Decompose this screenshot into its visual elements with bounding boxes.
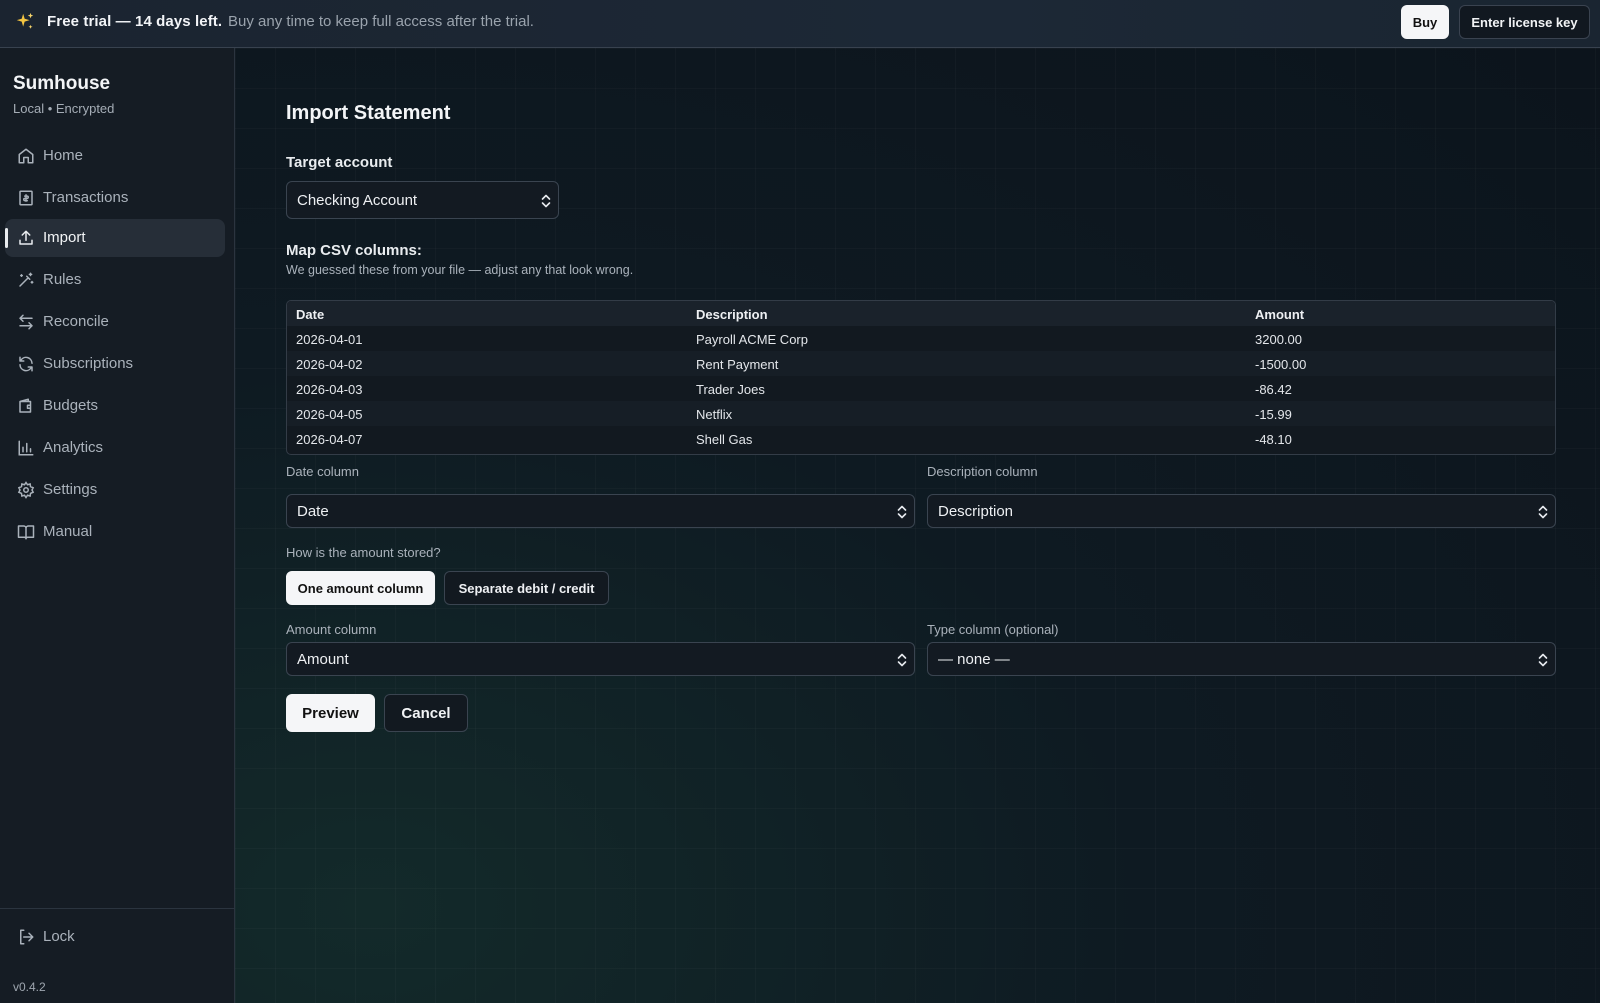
cancel-button[interactable]: Cancel <box>384 694 468 732</box>
trial-banner: Free trial — 14 days left. Buy any time … <box>0 0 1600 48</box>
cell-date: 2026-04-07 <box>296 432 363 447</box>
sidebar-item-reconcile[interactable]: Reconcile <box>5 303 225 341</box>
date-column-select[interactable]: Date <box>286 494 915 528</box>
sidebar-item-transactions[interactable]: Transactions <box>5 179 225 217</box>
cell-date: 2026-04-02 <box>296 357 363 372</box>
sidebar-item-label: Budgets <box>43 397 99 414</box>
gear-icon <box>17 481 35 499</box>
table-row: 2026-04-02 Rent Payment -1500.00 <box>287 351 1555 376</box>
upload-icon <box>19 230 33 245</box>
sidebar-item-label: Rules <box>43 271 82 288</box>
type-column-select[interactable]: — none — <box>927 642 1556 676</box>
sidebar-item-label: Reconcile <box>43 313 109 330</box>
one-amount-column-toggle[interactable]: One amount column <box>286 571 435 605</box>
chevron-updown-icon <box>897 653 907 667</box>
amount-column-select[interactable]: Amount <box>286 642 915 676</box>
wallet-icon <box>19 398 32 413</box>
buy-button[interactable]: Buy <box>1401 5 1449 39</box>
cell-description: Rent Payment <box>696 357 779 372</box>
cell-description: Payroll ACME Corp <box>696 332 808 347</box>
swap-arrows-icon <box>19 314 33 330</box>
date-column-value: Date <box>297 503 329 520</box>
separate-debit-credit-toggle[interactable]: Separate debit / credit <box>444 571 609 605</box>
csv-preview-table: Date Description Amount 2026-04-01 Payro… <box>286 300 1556 455</box>
type-column-value: — none — <box>938 651 1010 668</box>
table-row: 2026-04-01 Payroll ACME Corp 3200.00 <box>287 326 1555 351</box>
trial-title: Free trial — 14 days left. <box>47 13 223 30</box>
sparkles-icon <box>16 12 34 29</box>
app-version: v0.4.2 <box>13 980 46 994</box>
date-column-label: Date column <box>286 464 359 479</box>
description-column-value: Description <box>938 503 1014 520</box>
sidebar-item-label: Manual <box>43 523 93 540</box>
cell-description: Trader Joes <box>696 382 765 397</box>
cell-date: 2026-04-03 <box>296 382 363 397</box>
sidebar-item-budgets[interactable]: Budgets <box>5 387 225 425</box>
target-account-value: Checking Account <box>297 192 418 209</box>
sidebar-item-label: Analytics <box>43 439 104 456</box>
sidebar-item-label: Home <box>43 147 84 164</box>
wand-icon <box>19 272 34 287</box>
sidebar: Sumhouse Local • Encrypted Home Transact… <box>0 48 235 1003</box>
description-column-label: Description column <box>927 464 1038 479</box>
map-csv-hint: We guessed these from your file — adjust… <box>286 263 634 277</box>
column-header-date: Date <box>296 307 325 322</box>
sidebar-item-rules[interactable]: Rules <box>5 261 225 299</box>
enter-license-key-button[interactable]: Enter license key <box>1459 5 1590 39</box>
page-title: Import Statement <box>286 102 451 124</box>
sidebar-divider <box>0 908 235 909</box>
sidebar-item-settings[interactable]: Settings <box>5 471 225 509</box>
book-icon <box>17 525 35 540</box>
chevron-updown-icon <box>1538 505 1548 519</box>
sidebar-item-label: Transactions <box>43 189 129 206</box>
lock-button[interactable]: Lock <box>5 918 225 956</box>
type-column-label: Type column (optional) <box>927 622 1059 637</box>
table-row: 2026-04-05 Netflix -15.99 <box>287 401 1555 426</box>
cell-date: 2026-04-01 <box>296 332 363 347</box>
sidebar-item-label: Import <box>43 229 86 246</box>
column-header-description: Description <box>696 307 768 322</box>
cell-description: Netflix <box>696 407 733 422</box>
refresh-icon <box>19 356 33 372</box>
target-account-label: Target account <box>286 154 393 171</box>
preview-button[interactable]: Preview <box>286 694 375 732</box>
cell-amount: -48.10 <box>1255 432 1292 447</box>
lock-label: Lock <box>43 928 75 945</box>
cell-description: Shell Gas <box>696 432 753 447</box>
cell-amount: 3200.00 <box>1255 332 1302 347</box>
receipt-icon <box>19 190 33 206</box>
sidebar-item-label: Settings <box>43 481 98 498</box>
cell-amount: -1500.00 <box>1255 357 1307 372</box>
cell-amount: -86.42 <box>1255 382 1292 397</box>
import-statement-panel: Import Statement Target account Checking… <box>235 48 1600 1003</box>
sidebar-item-manual[interactable]: Manual <box>5 513 225 551</box>
map-csv-title: Map CSV columns: <box>286 242 422 259</box>
table-header-row: Date Description Amount <box>287 301 1555 326</box>
table-row: 2026-04-03 Trader Joes -86.42 <box>287 376 1555 401</box>
bar-chart-icon <box>18 440 34 456</box>
chevron-updown-icon <box>541 194 551 208</box>
target-account-select[interactable]: Checking Account <box>286 181 559 219</box>
cell-amount: -15.99 <box>1255 407 1292 422</box>
cell-date: 2026-04-05 <box>296 407 363 422</box>
app-brand-subtitle: Local • Encrypted <box>13 101 115 116</box>
description-column-select[interactable]: Description <box>927 494 1556 528</box>
amount-column-label: Amount column <box>286 622 377 637</box>
chevron-updown-icon <box>897 505 907 519</box>
logout-icon <box>20 929 34 945</box>
chevron-updown-icon <box>1538 653 1548 667</box>
sidebar-item-import[interactable]: Import <box>5 219 225 257</box>
sidebar-item-home[interactable]: Home <box>5 137 225 175</box>
home-icon <box>18 148 34 164</box>
sidebar-item-subscriptions[interactable]: Subscriptions <box>5 345 225 383</box>
column-header-amount: Amount <box>1255 307 1305 322</box>
sidebar-item-analytics[interactable]: Analytics <box>5 429 225 467</box>
app-brand: Sumhouse <box>13 73 111 94</box>
amount-column-value: Amount <box>297 651 349 668</box>
amount-stored-question: How is the amount stored? <box>286 545 441 560</box>
sidebar-item-label: Subscriptions <box>43 355 134 372</box>
table-row: 2026-04-07 Shell Gas -48.10 <box>287 426 1555 451</box>
trial-subtitle: Buy any time to keep full access after t… <box>228 13 534 30</box>
